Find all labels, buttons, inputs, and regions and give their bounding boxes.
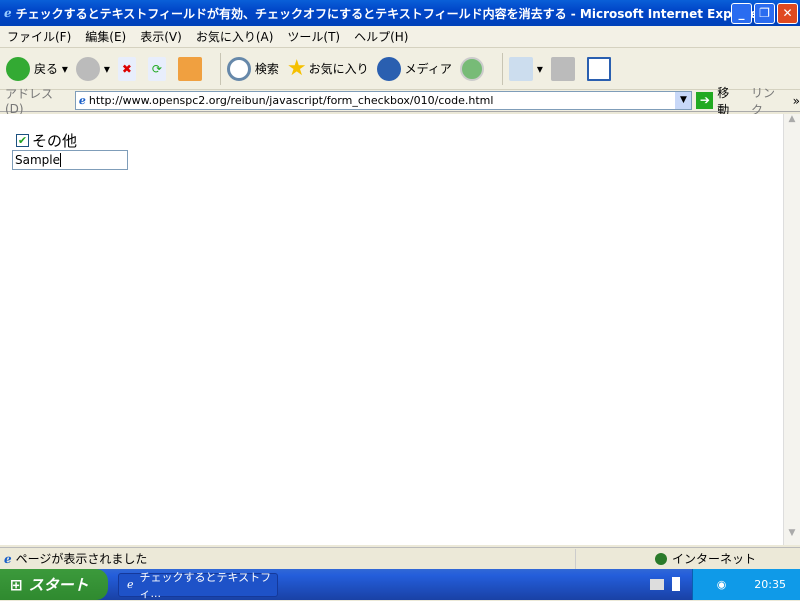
menu-bar: ファイル(F) 編集(E) 表示(V) お気に入り(A) ツール(T) ヘルプ(… [0,26,800,48]
edit-icon [586,56,611,81]
menu-edit[interactable]: 編集(E) [85,28,126,45]
toolbar-separator [219,52,221,85]
refresh-icon: ⟳ [147,56,166,81]
mail-button[interactable]: ▾ [508,56,543,81]
start-button[interactable]: ⊞ スタート [0,569,108,600]
menu-tools[interactable]: ツール(T) [287,28,340,45]
system-tray: ◉ 20:35 [692,569,800,600]
forward-arrow-icon [75,56,100,81]
media-label: メディア [404,62,452,76]
restore-button[interactable]: ❐ [754,3,775,24]
minimize-button[interactable]: _ [731,3,752,24]
refresh-button[interactable]: ⟳ [147,56,170,81]
ie-page-icon: ℯ [4,551,12,566]
taskbar: ⊞ スタート ℯ チェックするとテキストフィ... ◉ 20:35 [0,569,800,600]
vertical-scrollbar[interactable]: ▲ ▼ [783,114,800,545]
links-button[interactable]: リンク [751,84,787,118]
go-arrow-icon[interactable]: ➔ [696,92,714,109]
windows-logo-icon: ⊞ [10,575,23,594]
back-arrow-icon [6,56,30,81]
page-content: ✔ その他 Sample [0,114,783,545]
star-icon: ★ [286,56,307,81]
address-input[interactable]: ℯ http://www.openspc2.org/reibun/javascr… [74,91,693,110]
zone-text: インターネット [672,552,757,566]
favorites-label: お気に入り [308,62,369,76]
forward-button[interactable]: ▾ [75,56,110,81]
globe-icon [655,552,667,565]
edit-button[interactable] [586,56,615,81]
address-label: アドレス(D) [5,87,54,116]
network-icon[interactable]: ◉ [717,578,727,591]
ie-icon: ℯ [127,578,134,591]
home-icon [177,56,202,81]
home-button[interactable] [177,56,206,81]
chevron-right-icon[interactable]: » [793,94,800,108]
mail-icon [508,56,533,81]
menu-favorites[interactable]: お気に入り(A) [196,28,274,45]
history-button[interactable] [459,56,488,81]
search-icon [226,56,251,81]
menu-file[interactable]: ファイル(F) [7,28,71,45]
status-text: ページが表示されました [15,552,148,566]
start-label: スタート [28,576,89,594]
scroll-down-button[interactable]: ▼ [784,528,800,545]
menu-view[interactable]: 表示(V) [140,28,182,45]
ie-page-icon: ℯ [78,94,86,107]
scroll-up-button[interactable]: ▲ [784,114,800,131]
taskbar-item-ie[interactable]: ℯ チェックするとテキストフィ... [118,571,278,600]
sample-text-field[interactable]: Sample [12,150,128,170]
address-url: http://www.openspc2.org/reibun/javascrip… [88,94,494,107]
search-label: 検索 [254,62,279,76]
checkbox-row: ✔ その他 [16,130,77,151]
history-icon [459,56,484,81]
status-bar: ℯ ページが表示されました インターネット [0,547,800,569]
other-checkbox[interactable]: ✔ [16,134,29,147]
media-icon [376,56,401,81]
address-bar: アドレス(D) ℯ http://www.openspc2.org/reibun… [0,86,800,117]
text-field-value: Sample [15,153,60,167]
toolbar-separator [501,52,503,85]
search-button[interactable]: 検索 [226,56,279,81]
chevron-down-icon[interactable]: ▼ [675,92,692,109]
menu-help[interactable]: ヘルプ(H) [354,28,408,45]
clock: 20:35 [754,578,786,591]
title-bar: ℯ チェックするとテキストフィールドが有効、チェックオフにするとテキストフィール… [0,0,800,26]
toolbar: 戻る ▾ ▾ ✖ ⟳ 検索 ★ お気に入り メディア ▾ [0,48,800,90]
ie-icon: ℯ [4,6,12,20]
stop-icon: ✖ [117,56,136,81]
print-button[interactable] [550,56,579,81]
ime-icon[interactable] [672,577,680,591]
keyboard-icon[interactable] [650,579,664,590]
printer-icon [550,56,575,81]
stop-button[interactable]: ✖ [117,56,140,81]
go-button[interactable]: 移動 [717,84,741,118]
back-button[interactable]: 戻る ▾ [6,56,68,81]
favorites-button[interactable]: ★ お気に入り [287,56,369,81]
back-label: 戻る [34,62,59,76]
media-button[interactable]: メディア [376,56,452,81]
close-button[interactable]: ✕ [777,3,798,24]
checkbox-label: その他 [32,132,78,150]
task-label: チェックするとテキストフィ... [139,570,272,600]
window-title: チェックするとテキストフィールドが有効、チェックオフにするとテキストフィールド内… [15,6,765,21]
